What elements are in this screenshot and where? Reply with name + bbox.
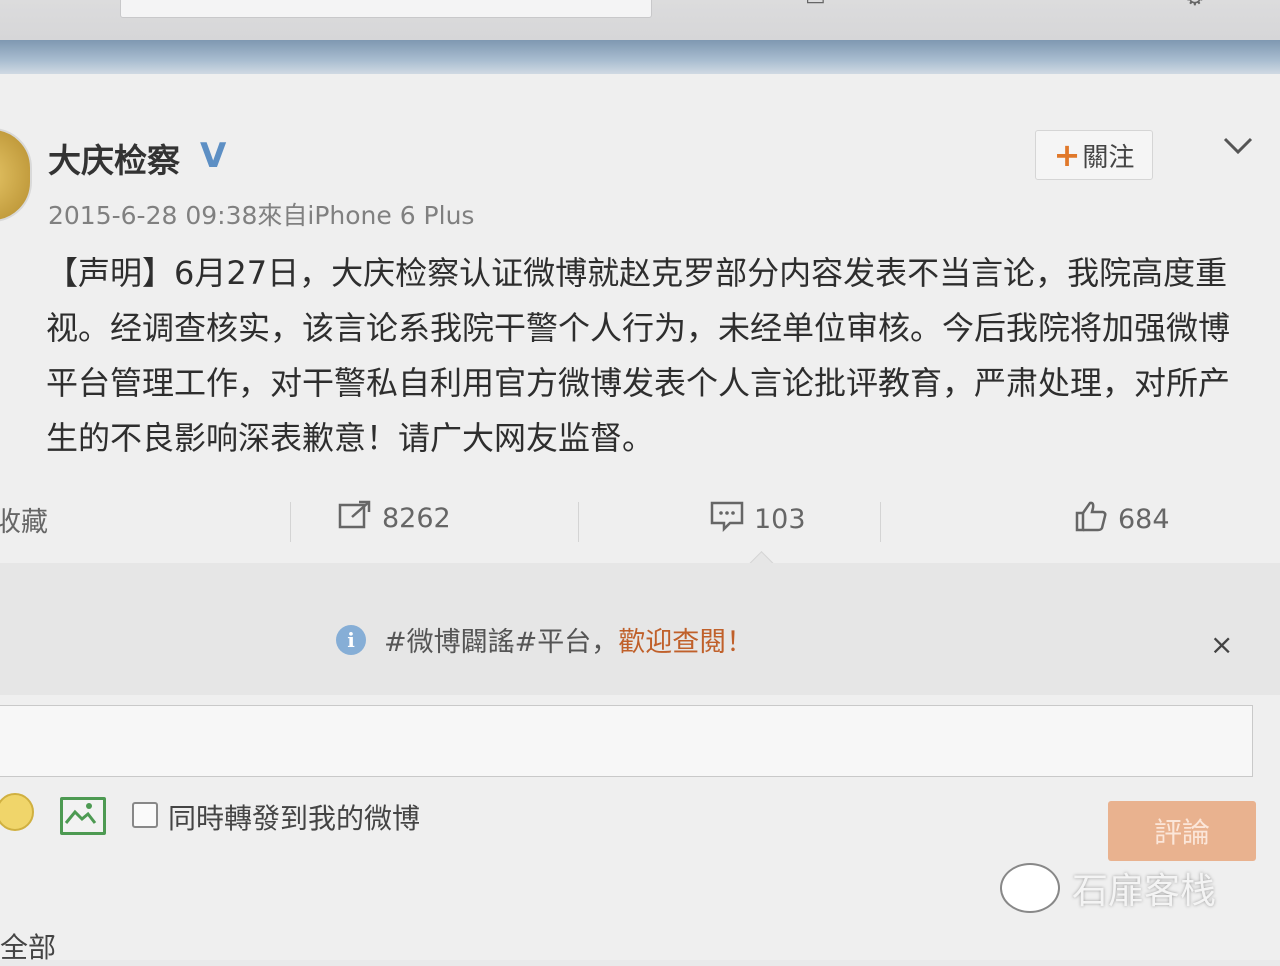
top-navigation-bar: ▭ ⚙	[0, 0, 1280, 40]
repost-checkbox-label[interactable]: 同時轉發到我的微博	[168, 797, 420, 837]
nav-icon[interactable]: ▭	[805, 0, 826, 11]
plus-icon: +	[1053, 136, 1081, 174]
comment-submit-button[interactable]: 評論	[1108, 801, 1256, 861]
repost-count: 8262	[382, 503, 451, 534]
comment-count: 103	[754, 504, 806, 535]
follow-label: 關注	[1082, 142, 1135, 173]
post-content: 【声明】6月27日，大庆检察认证微博就赵克罗部分内容发表不当言论，我院高度重视。…	[46, 254, 1231, 457]
post-meta: 2015-6-28 09:38來自iPhone 6 Plus	[48, 201, 475, 230]
comment-bubble-icon	[710, 500, 744, 539]
favorite-button[interactable]: 收藏	[0, 500, 48, 539]
info-icon: i	[336, 624, 366, 655]
notice-text: #微博闢謠#平台，	[384, 627, 619, 658]
notice-content: i #微博闢謠#平台，歡迎查閱！	[336, 620, 753, 659]
like-count: 684	[1118, 504, 1170, 535]
close-icon[interactable]: ×	[1210, 628, 1233, 661]
nav-icon[interactable]: ⚙	[1185, 0, 1205, 11]
comment-button[interactable]: 103	[710, 500, 806, 539]
comment-input[interactable]	[0, 705, 1253, 777]
chevron-down-icon[interactable]	[1222, 130, 1254, 165]
image-icon[interactable]	[60, 797, 106, 835]
watermark-text: 石扉客栈	[1072, 871, 1217, 912]
repost-button[interactable]: 8262	[338, 500, 451, 537]
divider	[880, 502, 881, 542]
thumbs-up-icon	[1074, 500, 1108, 539]
header-band	[0, 40, 1280, 74]
verified-badge-icon: V	[200, 136, 227, 176]
divider	[290, 502, 291, 542]
like-button[interactable]: 684	[1074, 500, 1170, 539]
wechat-icon	[1000, 863, 1060, 913]
divider	[578, 502, 579, 542]
search-input[interactable]	[120, 0, 652, 18]
follow-button[interactable]: + 關注	[1035, 130, 1153, 180]
repost-checkbox[interactable]	[132, 802, 158, 828]
post-actions-bar: 收藏 8262 103 684	[0, 490, 1280, 560]
notice-link[interactable]: 歡迎查閱！	[618, 627, 753, 658]
comment-filter-all[interactable]: 全部	[0, 926, 56, 966]
watermark: 石扉客栈	[1000, 862, 1216, 914]
favorite-label: 收藏	[0, 507, 48, 538]
author-name[interactable]: 大庆检察	[48, 134, 180, 182]
share-arrow-icon	[338, 500, 372, 537]
